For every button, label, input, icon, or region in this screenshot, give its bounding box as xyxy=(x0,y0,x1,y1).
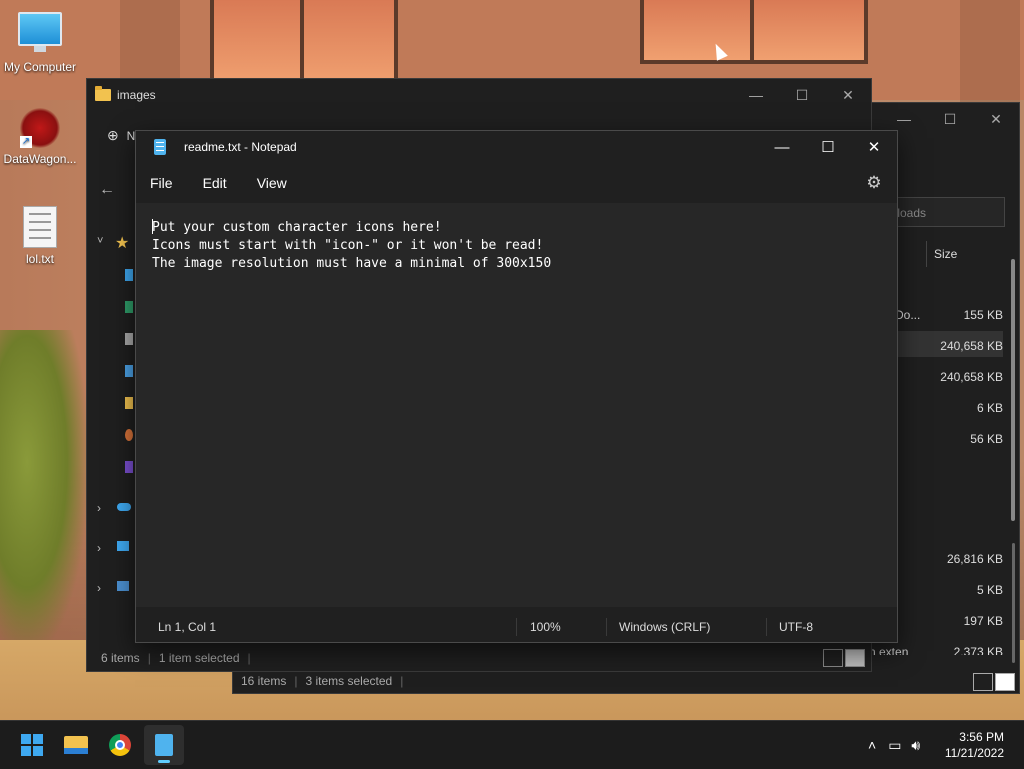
desktop-icon-label: DataWagon... xyxy=(3,152,77,166)
scrollbar[interactable] xyxy=(1011,259,1015,521)
start-button[interactable] xyxy=(12,725,52,765)
text-file-icon xyxy=(23,206,57,248)
windows-logo-icon xyxy=(21,734,43,756)
explorer-statusbar: 6 items | 1 item selected | xyxy=(87,645,871,671)
folder-nav-icon[interactable] xyxy=(125,397,133,409)
window-title: readme.txt - Notepad xyxy=(184,140,297,154)
menu-view[interactable]: View xyxy=(242,167,302,199)
size-cell: 2,373 KB xyxy=(953,645,1003,655)
datawagon-icon: ↗ xyxy=(20,108,60,148)
size-cell: 155 KB xyxy=(963,308,1003,322)
minimize-button[interactable]: — xyxy=(733,79,779,111)
wallpaper-window xyxy=(640,0,758,64)
taskbar: ˄ ▭ 🔊︎ 3:56 PM 11/21/2022 xyxy=(0,720,1024,769)
column-header-size[interactable]: Size xyxy=(934,247,957,261)
encoding: UTF-8 xyxy=(779,620,813,634)
clock-time: 3:56 PM xyxy=(959,730,1004,744)
new-button[interactable]: ⊕ N xyxy=(107,127,135,144)
selection-count: 1 item selected xyxy=(158,651,240,665)
network-icon[interactable]: ▭ xyxy=(882,737,907,754)
column-divider xyxy=(926,241,927,267)
menu-bar: File Edit View xyxy=(136,167,897,199)
clock[interactable]: 3:56 PM 11/21/2022 xyxy=(945,729,1004,761)
window-title: images xyxy=(117,88,156,102)
size-cell: 56 KB xyxy=(970,432,1003,446)
this-pc-icon[interactable] xyxy=(117,541,129,551)
item-count: 16 items xyxy=(241,674,287,688)
plus-circle-icon: ⊕ xyxy=(107,127,119,143)
desktop-icon-label: My Computer xyxy=(3,60,77,74)
system-tray: ˄ ▭ 🔊︎ xyxy=(862,721,924,769)
desktop-icon-my-computer[interactable]: My Computer xyxy=(0,12,80,74)
wallpaper-window xyxy=(750,0,868,64)
wallpaper-plant xyxy=(0,330,90,660)
size-cell: 240,658 KB xyxy=(940,370,1003,384)
taskbar-chrome[interactable] xyxy=(100,725,140,765)
line-ending: Windows (CRLF) xyxy=(619,620,711,634)
notepad-icon xyxy=(154,139,166,155)
size-cell: 26,816 KB xyxy=(946,552,1003,566)
taskbar-file-explorer[interactable] xyxy=(56,725,96,765)
folder-icon xyxy=(64,736,88,754)
notepad-window[interactable]: readme.txt - Notepad — ☐ ✕ File Edit Vie… xyxy=(135,130,898,643)
downloads-nav-icon[interactable] xyxy=(125,301,133,313)
monitor-icon xyxy=(18,12,62,52)
menu-file[interactable]: File xyxy=(136,167,188,199)
chrome-icon xyxy=(109,734,131,756)
folder-icon xyxy=(95,86,111,101)
size-cell: 197 KB xyxy=(963,614,1003,628)
maximize-button[interactable]: ☐ xyxy=(805,131,851,163)
desktop-icon-label: lol.txt xyxy=(25,252,54,266)
menu-edit[interactable]: Edit xyxy=(188,167,242,199)
minimize-button[interactable]: — xyxy=(759,131,805,163)
documents-nav-icon[interactable] xyxy=(125,333,133,345)
notepad-statusbar: Ln 1, Col 1 100% Windows (CRLF) UTF-8 xyxy=(136,612,897,642)
wallpaper-window xyxy=(300,0,398,88)
desktop-icon-lol-txt[interactable]: lol.txt xyxy=(0,206,80,266)
size-cell: 5 KB xyxy=(976,583,1003,597)
taskbar-notepad[interactable] xyxy=(144,725,184,765)
notepad-icon xyxy=(155,734,173,756)
volume-icon[interactable]: 🔊︎ xyxy=(907,737,924,754)
size-cell: 6 KB xyxy=(976,401,1003,415)
pictures-nav-icon[interactable] xyxy=(125,365,133,377)
editor-content: Put your custom character icons here! Ic… xyxy=(152,220,552,271)
videos-nav-icon[interactable] xyxy=(125,461,133,473)
maximize-button[interactable]: ☐ xyxy=(779,79,825,111)
desktop-nav-icon[interactable] xyxy=(125,269,133,281)
desktop-icon-datawagon[interactable]: ↗ DataWagon... xyxy=(0,108,80,166)
close-button[interactable]: ✕ xyxy=(825,79,871,111)
item-count: 6 items xyxy=(101,651,140,665)
cursor-position: Ln 1, Col 1 xyxy=(158,620,217,634)
new-button-label: N xyxy=(126,129,136,143)
maximize-button[interactable]: ☐ xyxy=(927,103,973,135)
music-nav-icon[interactable] xyxy=(125,429,133,441)
close-button[interactable]: ✕ xyxy=(851,131,897,163)
selection-count: 3 items selected xyxy=(305,674,393,688)
text-editor[interactable]: Put your custom character icons here! Ic… xyxy=(136,203,897,607)
onedrive-icon[interactable] xyxy=(117,503,131,511)
chevron-up-icon[interactable]: ˄ xyxy=(862,737,882,753)
wallpaper-window xyxy=(210,0,308,88)
notepad-titlebar[interactable]: readme.txt - Notepad — ☐ ✕ xyxy=(136,131,897,163)
size-cell: 240,658 KB xyxy=(940,339,1003,353)
network-icon[interactable] xyxy=(117,581,129,591)
clock-date: 11/21/2022 xyxy=(944,746,1004,760)
shortcut-arrow-icon: ↗ xyxy=(20,136,32,148)
file-name-partial: n exten xyxy=(869,645,909,655)
close-button[interactable]: ✕ xyxy=(973,103,1019,135)
zoom-level: 100% xyxy=(530,620,561,634)
back-arrow-icon[interactable]: ← xyxy=(99,181,139,201)
scrollbar[interactable] xyxy=(1012,543,1015,663)
explorer-statusbar: 16 items | 3 items selected | xyxy=(233,669,1019,693)
settings-gear-icon[interactable]: ⚙ xyxy=(865,174,883,192)
